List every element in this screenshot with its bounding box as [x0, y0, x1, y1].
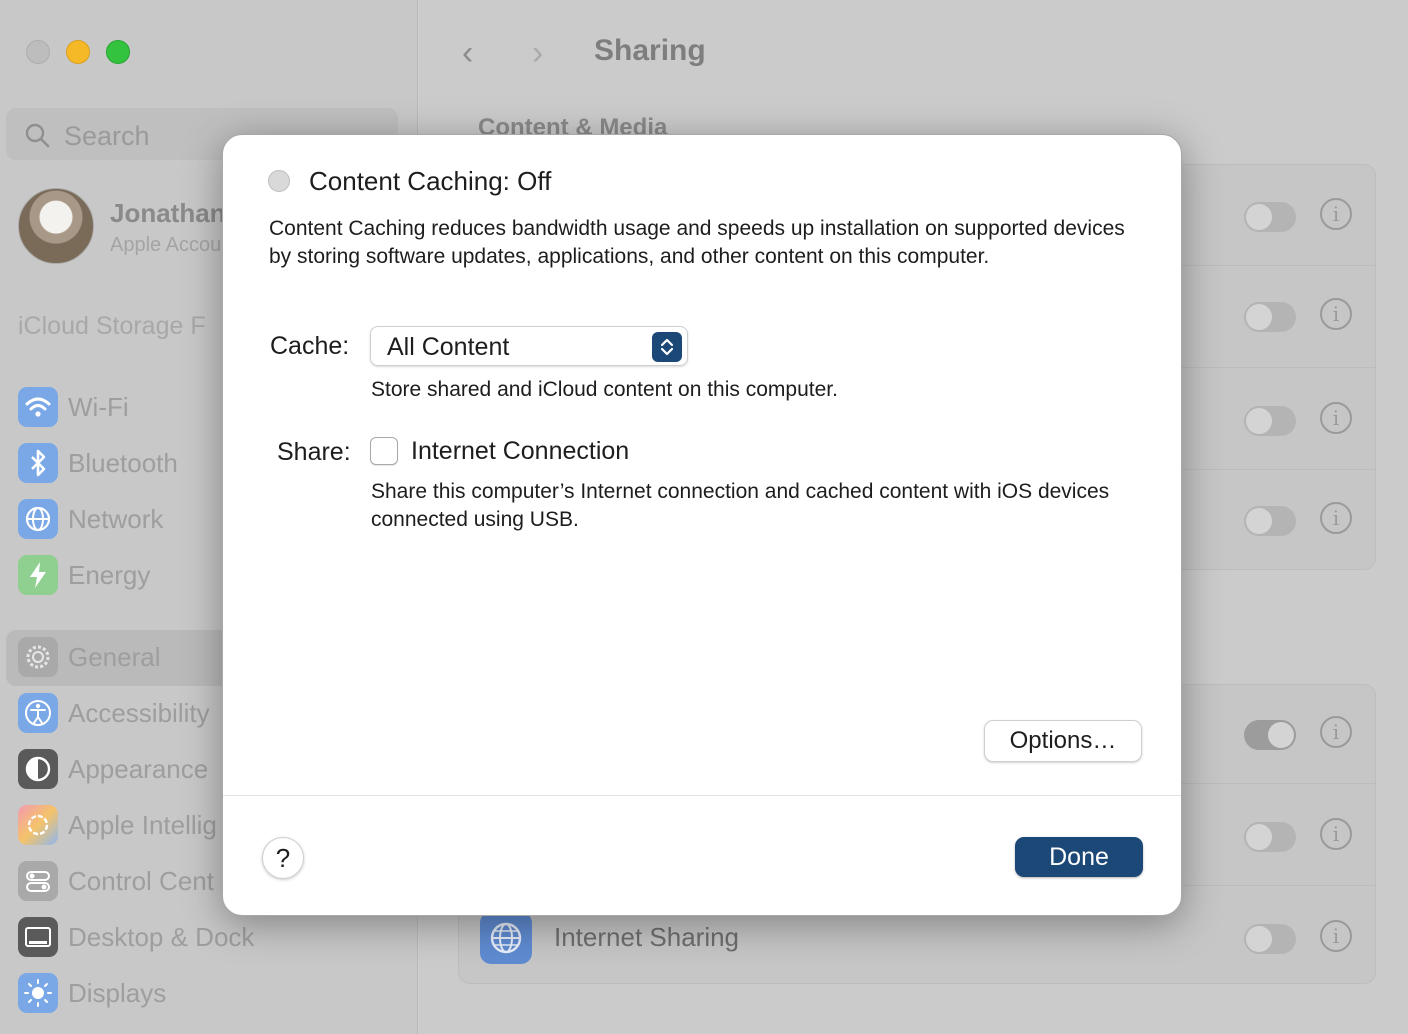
search-icon — [25, 123, 50, 148]
sharing-toggle[interactable] — [1244, 406, 1296, 436]
back-button[interactable]: ‹ — [462, 34, 473, 73]
info-icon[interactable]: i — [1320, 920, 1352, 952]
info-icon[interactable]: i — [1320, 716, 1352, 748]
zoom-window-button[interactable] — [106, 40, 130, 64]
dialog-title: Content Caching: Off — [309, 166, 552, 196]
wifi-icon — [18, 387, 58, 427]
help-button[interactable]: ? — [262, 837, 304, 879]
gear-icon — [18, 637, 58, 677]
sidebar-item-label: Apple Intellig — [68, 810, 217, 840]
info-icon[interactable]: i — [1320, 298, 1352, 330]
sidebar-item-label: Displays — [68, 978, 167, 1008]
share-hint: Share this computer’s Internet connectio… — [371, 480, 1110, 531]
done-button[interactable]: Done — [1015, 837, 1143, 877]
profile-name: Jonathan — [110, 198, 226, 228]
control-center-icon — [18, 861, 58, 901]
dock-icon — [18, 917, 58, 957]
forward-button[interactable]: › — [532, 34, 543, 73]
appearance-icon — [18, 749, 58, 789]
sidebar-item-label: Bluetooth — [68, 448, 178, 478]
sidebar-item-desktop-dock[interactable]: Desktop & Dock — [18, 916, 408, 960]
globe-icon — [18, 499, 58, 539]
search-placeholder: Search — [64, 121, 150, 151]
options-button[interactable]: Options… — [984, 720, 1142, 762]
info-icon[interactable]: i — [1320, 198, 1352, 230]
status-indicator-icon — [268, 170, 290, 192]
info-icon[interactable]: i — [1320, 502, 1352, 534]
dialog-description: Content Caching reduces bandwidth usage … — [269, 217, 1125, 268]
sharing-toggle[interactable] — [1244, 506, 1296, 536]
sidebar-item-label: General — [68, 642, 161, 672]
avatar — [18, 188, 94, 264]
sidebar-item-displays[interactable]: Displays — [18, 972, 408, 1016]
sharing-toggle[interactable] — [1244, 822, 1296, 852]
info-icon[interactable]: i — [1320, 818, 1352, 850]
close-window-button[interactable] — [26, 40, 50, 64]
internet-sharing-globe-icon — [480, 912, 532, 964]
info-icon[interactable]: i — [1320, 402, 1352, 434]
sun-icon — [18, 973, 58, 1013]
minimize-window-button[interactable] — [66, 40, 90, 64]
internet-connection-label[interactable]: Internet Connection — [411, 437, 629, 466]
cache-label: Cache: — [270, 332, 350, 360]
cache-select-value: All Content — [387, 333, 510, 361]
sidebar-item-label: Network — [68, 504, 164, 534]
internet-connection-checkbox[interactable] — [370, 437, 398, 465]
internet-sharing-toggle[interactable] — [1244, 924, 1296, 954]
page-title: Sharing — [594, 34, 706, 67]
sidebar-item-label: Wi-Fi — [68, 392, 129, 422]
sharing-toggle[interactable] — [1244, 202, 1296, 232]
icloud-storage-notice[interactable]: iCloud Storage F — [18, 312, 206, 341]
sidebar-item-label: Accessibility — [68, 698, 210, 728]
cache-hint: Store shared and iCloud content on this … — [371, 378, 838, 401]
dialog-divider — [223, 795, 1181, 796]
sidebar-item-label: Control Cent — [68, 866, 214, 896]
share-label: Share: — [277, 438, 351, 466]
internet-sharing-label: Internet Sharing — [554, 922, 740, 952]
chevron-up-down-icon — [652, 332, 682, 362]
sharing-toggle-on[interactable] — [1244, 720, 1296, 750]
bolt-icon — [18, 555, 58, 595]
apple-intelligence-icon — [18, 805, 58, 845]
content-caching-dialog: Content Caching: Off Content Caching red… — [222, 134, 1182, 916]
sidebar-item-label: Energy — [68, 560, 151, 590]
cache-select[interactable]: All Content — [370, 326, 688, 366]
sidebar-item-label: Desktop & Dock — [68, 922, 255, 952]
sharing-toggle[interactable] — [1244, 302, 1296, 332]
sidebar-item-label: Appearance — [68, 754, 209, 784]
profile-subtitle: Apple Account — [110, 234, 238, 256]
bluetooth-icon — [18, 443, 58, 483]
accessibility-icon — [18, 693, 58, 733]
